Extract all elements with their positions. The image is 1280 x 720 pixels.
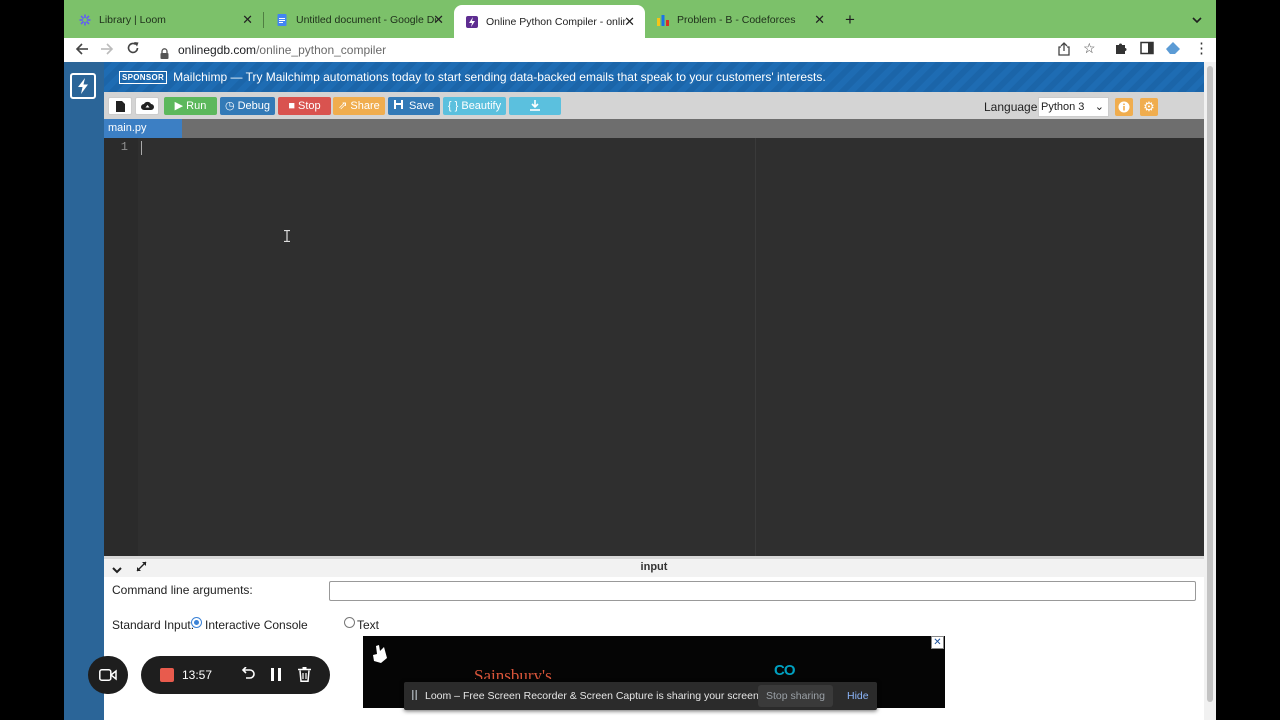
stop-button[interactable]: ■ Stop [278,97,331,115]
file-tab-main[interactable]: main.py [104,119,182,138]
deliveroo-kangaroo-icon [372,645,388,666]
new-file-button[interactable] [108,97,132,115]
browser-toolbar: onlinegdb.com/online_python_compiler ☆ ⋮ [64,38,1216,62]
browser-menu-icon[interactable]: ⋮ [1194,40,1209,58]
loom-recording-controls: 13:57 [141,656,330,694]
sponsor-text[interactable]: Mailchimp — Try Mailchimp automations to… [173,70,826,84]
extensions-puzzle-icon[interactable] [1114,41,1128,58]
save-button[interactable]: Save [388,97,440,115]
ad-logo-text: CO [774,662,795,676]
tab-google-docs[interactable]: Untitled document - Google Docs ✕ [264,6,454,33]
docs-favicon-icon [276,13,288,26]
loom-camera-button[interactable] [88,656,128,694]
upload-cloud-icon [140,101,154,110]
restart-icon[interactable] [240,666,255,684]
recording-timer: 13:57 [182,668,213,682]
settings-button[interactable]: ⚙ [1140,98,1158,116]
stop-recording-button[interactable] [160,668,174,682]
language-label: Language [984,100,1038,114]
tab-close-icon[interactable]: ✕ [624,14,635,30]
file-icon [115,101,125,112]
play-icon: ▶ [174,100,184,112]
tab-search-chevron-icon[interactable] [1192,13,1202,27]
code-editor[interactable]: 1 [104,138,1204,556]
stop-icon: ■ [288,100,295,112]
debug-clock-icon: ◷ [224,100,235,112]
beautify-button[interactable]: { } Beautify [443,97,506,115]
info-icon [1118,101,1130,113]
radio-interactive-console[interactable] [191,617,202,628]
cmd-args-label: Command line arguments: [112,583,253,597]
radio-label-text[interactable]: Text [357,618,379,632]
url-text: onlinegdb.com/online_python_compiler [178,43,387,57]
tab-strip: Library | Loom ✕ Untitled document - Goo… [64,0,1216,38]
extension-diamond-icon[interactable] [1165,41,1181,58]
radio-label-interactive[interactable]: Interactive Console [205,618,308,632]
bookmark-star-icon[interactable]: ☆ [1083,40,1096,57]
onlinegdb-favicon-icon [466,15,478,28]
video-camera-icon [99,669,117,681]
upload-file-button[interactable] [135,97,159,115]
scrollbar-thumb[interactable] [1207,66,1213,702]
stdin-label: Standard Input: [112,618,195,632]
tab-close-icon[interactable]: ✕ [814,12,825,28]
chevron-down-icon: ⌄ [1094,101,1104,113]
screen-share-bar: Loom – Free Screen Recorder & Screen Cap… [404,682,877,710]
cmd-args-input[interactable] [329,581,1196,601]
codeforces-favicon-icon [657,14,669,26]
ad-close-icon[interactable]: ✕ [931,636,944,649]
tab-title: Problem - B - Codeforces [677,13,796,26]
run-button[interactable]: ▶ Run [164,97,217,115]
browser-window: Library | Loom ✕ Untitled document - Goo… [64,0,1216,720]
input-panel-header: input [104,556,1204,577]
ad-brand-text: Sainsbury's [474,666,552,679]
sponsor-banner[interactable]: SPONSOR Mailchimp — Try Mailchimp automa… [104,62,1204,92]
back-icon[interactable] [75,42,89,59]
onlinegdb-logo-icon[interactable] [70,73,96,99]
side-panel-icon[interactable] [1140,41,1154,58]
text-cursor [141,141,142,155]
tab-codeforces[interactable]: Problem - B - Codeforces ✕ [645,6,835,33]
mouse-ibeam-cursor-icon [284,229,290,245]
language-select[interactable]: Python 3 ⌄ [1038,97,1109,117]
share-icon: ⇗ [338,100,348,112]
share-message: Loom – Free Screen Recorder & Screen Cap… [425,690,762,702]
download-icon [530,100,540,111]
reload-icon[interactable] [126,41,140,58]
trash-icon[interactable] [298,667,311,685]
share-page-icon[interactable] [1058,42,1070,59]
tab-title: Untitled document - Google Docs [296,13,436,26]
compiler-toolbar: ▶ Run ◷ Debug ■ Stop ⇗ Share Save { } Beauti… [104,92,1204,119]
debug-button[interactable]: ◷ Debug [220,97,275,115]
sponsor-badge: SPONSOR [119,70,168,84]
new-tab-icon[interactable]: + [845,10,855,30]
tab-loom-library[interactable]: Library | Loom ✕ [67,6,263,33]
stop-sharing-button[interactable]: Stop sharing [758,685,833,707]
editor-gutter: 1 [104,138,138,556]
pause-bars-icon [412,690,417,703]
tab-close-icon[interactable]: ✕ [433,12,444,28]
tab-title: Library | Loom [99,13,166,26]
input-panel-title: input [640,561,668,573]
gear-icon: ⚙ [1143,99,1155,114]
tab-title: Online Python Compiler - online editor [486,15,626,28]
share-button[interactable]: ⇗ Share [333,97,385,115]
pause-icon[interactable] [271,668,281,684]
info-button[interactable] [1115,98,1133,116]
line-number: 1 [120,140,128,154]
page-scrollbar[interactable] [1204,62,1216,720]
file-tab-bar: main.py [104,119,1204,138]
floppy-disk-icon [393,100,406,112]
tab-onlinegdb[interactable]: Online Python Compiler - online editor ✕ [454,5,645,38]
radio-text[interactable] [344,617,355,628]
gdb-sidebar [64,62,104,720]
address-bar[interactable]: onlinegdb.com/online_python_compiler [152,39,1102,61]
loom-favicon-icon [79,14,91,26]
download-button[interactable] [509,97,561,115]
print-margin [755,138,756,556]
forward-icon[interactable] [100,42,114,59]
hide-button[interactable]: Hide [847,690,869,702]
tab-close-icon[interactable]: ✕ [242,12,253,28]
